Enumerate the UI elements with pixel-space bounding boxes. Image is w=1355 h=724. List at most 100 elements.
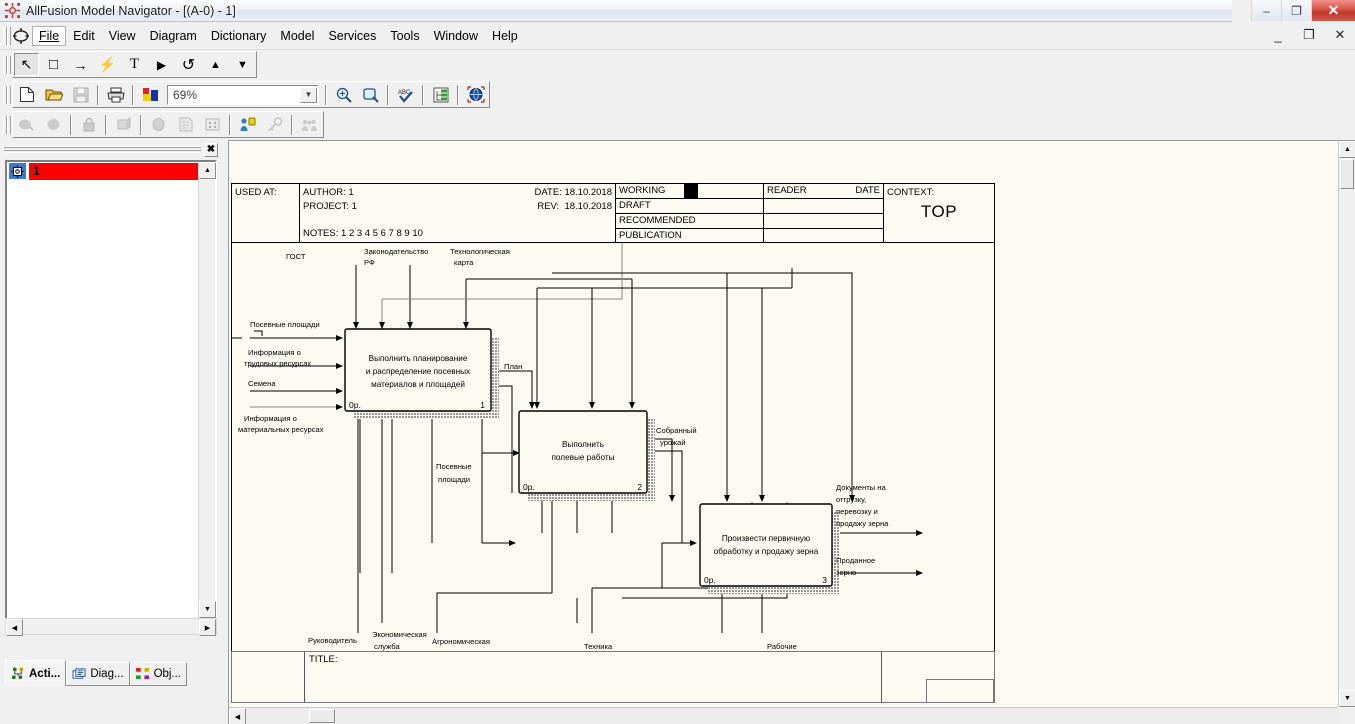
tab-objects[interactable]: Obj... [129, 662, 188, 686]
status-row-publication[interactable]: PUBLICATION [616, 229, 883, 244]
context-cell: CONTEXT: TOP [884, 184, 994, 242]
shape-button[interactable] [146, 113, 171, 136]
mdi-child-buttons: _ ❐ ✕ [1267, 25, 1351, 45]
toolbar-drag-grip[interactable] [3, 55, 11, 75]
application-window: Document Search 1 × Internal Resource Do… [0, 0, 1355, 724]
cube-button[interactable] [111, 113, 136, 136]
open-file-button[interactable] [41, 83, 66, 106]
toolbar-drag-grip[interactable] [3, 85, 11, 105]
scroll-left-button[interactable]: ◀ [6, 619, 23, 636]
toolbar-drag-grip[interactable] [3, 115, 11, 135]
tab-diagrams[interactable]: Diag... [66, 662, 130, 686]
zoom-level-select[interactable]: 69% ▼ [167, 84, 319, 105]
rotate-tool[interactable]: ↺ [176, 53, 201, 76]
publish-button[interactable] [463, 83, 488, 106]
up-tool[interactable]: ▲ [203, 53, 228, 76]
close-button[interactable]: ✕ [1311, 0, 1355, 21]
report-button[interactable] [173, 113, 198, 136]
project-label: PROJECT: [303, 201, 349, 212]
fit-page-button[interactable] [358, 83, 383, 106]
key-button[interactable] [262, 113, 287, 136]
model-tree[interactable]: 1 ▲ ▼ [5, 160, 217, 620]
user-properties-button[interactable] [235, 113, 260, 136]
menu-bar: File Edit View Diagram Dictionary Model … [0, 23, 1355, 50]
play-tool[interactable]: ▶ [149, 53, 174, 76]
vertical-scroll-thumb[interactable] [1340, 159, 1354, 189]
zoom-in-button[interactable] [331, 83, 356, 106]
svg-text:полевые работы: полевые работы [551, 453, 614, 462]
lightning-icon: ⚡ [98, 56, 117, 72]
menu-label: Diagram [149, 29, 197, 43]
menu-item-model[interactable]: Model [273, 26, 321, 46]
main-window: AllFusion Model Navigator - [(A-0) - 1] … [0, 0, 1355, 724]
minimize-button[interactable]: – [1251, 0, 1281, 21]
text-tool[interactable]: T [122, 53, 147, 76]
svg-text:1: 1 [480, 400, 485, 410]
people-button[interactable] [297, 113, 322, 136]
model-explorer-button[interactable] [428, 83, 453, 106]
mdi-restore-button[interactable]: ❐ [1298, 25, 1320, 45]
menu-item-window[interactable]: Window [427, 26, 485, 46]
status-row-recommended[interactable]: RECOMMENDED [616, 214, 883, 229]
spellcheck-icon: ABC [398, 90, 413, 103]
pointer-tool[interactable]: ↖ [14, 53, 39, 76]
svg-text:0р.: 0р. [523, 482, 535, 492]
label-dokumenty-3: перевозку и [836, 507, 878, 516]
menu-item-dictionary[interactable]: Dictionary [204, 26, 274, 46]
panel-grip[interactable] [4, 146, 201, 153]
tree-vertical-scrollbar[interactable]: ▲ ▼ [198, 162, 216, 618]
lock-button[interactable] [76, 113, 101, 136]
panel-close-button[interactable]: ✖ [204, 142, 218, 157]
date-col-label: DATE [855, 185, 880, 196]
menu-item-diagram[interactable]: Diagram [143, 26, 204, 46]
down-tool[interactable]: ▼ [230, 53, 255, 76]
tab-activities[interactable]: Acti... [5, 660, 67, 686]
chevron-down-icon[interactable]: ▼ [300, 86, 317, 103]
horizontal-scroll-thumb[interactable] [309, 709, 335, 723]
colors-button[interactable] [138, 83, 163, 106]
toolbar-separator [140, 114, 142, 135]
diagram-document-area[interactable]: USED AT: AUTHOR: 1 DATE: 18.10.2018 PROJ… [228, 140, 1355, 724]
print-button[interactable] [103, 83, 128, 106]
tree-item-1[interactable]: 1 [7, 162, 198, 180]
document-horizontal-scrollbar[interactable]: ◀ [229, 707, 1338, 724]
maximize-button[interactable]: ❐ [1281, 0, 1311, 21]
menu-item-help[interactable]: Help [485, 26, 525, 46]
menu-item-edit[interactable]: Edit [66, 26, 102, 46]
save-button[interactable] [68, 83, 93, 106]
publish-globe-icon [466, 86, 485, 103]
idef0-canvas[interactable]: Выполнить планирование и распределение п… [231, 242, 995, 659]
scroll-left-button[interactable]: ◀ [229, 708, 246, 724]
menu-drag-grip[interactable] [3, 26, 11, 46]
scroll-up-button[interactable]: ▲ [199, 162, 216, 179]
grid-button[interactable] [200, 113, 225, 136]
mdi-minimize-button[interactable]: _ [1267, 25, 1289, 45]
lightning-tool[interactable]: ⚡ [95, 53, 120, 76]
objects-tab-icon [135, 667, 149, 679]
document-vertical-scrollbar[interactable]: ▲ ▼ [1338, 141, 1355, 707]
svg-text:Выполнить: Выполнить [562, 440, 604, 449]
mdi-close-button[interactable]: ✕ [1329, 25, 1351, 45]
menu-item-services[interactable]: Services [321, 26, 383, 46]
label-gost: ГОСТ [286, 252, 306, 261]
status-label: PUBLICATION [616, 229, 764, 244]
new-file-button[interactable] [14, 83, 39, 106]
chevron-glyph: ▼ [304, 90, 313, 99]
object-button[interactable] [41, 113, 66, 136]
move-handle-icon[interactable] [12, 27, 30, 45]
scroll-down-button[interactable]: ▼ [1339, 690, 1355, 707]
scroll-up-button[interactable]: ▲ [1339, 141, 1355, 158]
spellcheck-button[interactable]: ABC [393, 83, 418, 106]
context-value: TOP [920, 202, 958, 221]
scroll-down-button[interactable]: ▼ [199, 601, 216, 618]
status-row-working[interactable]: WORKING READER DATE [616, 184, 883, 199]
scroll-right-button[interactable]: ▶ [199, 619, 216, 636]
status-row-draft[interactable]: DRAFT [616, 199, 883, 214]
tree-horizontal-scrollbar[interactable]: ◀ ▶ [5, 618, 217, 636]
activity-box-tool[interactable]: □ [41, 53, 66, 76]
menu-item-file[interactable]: File [32, 26, 67, 46]
add-object-button[interactable] [14, 113, 39, 136]
menu-item-tools[interactable]: Tools [383, 26, 426, 46]
arrow-tool[interactable]: → [68, 53, 93, 76]
menu-item-view[interactable]: View [102, 26, 143, 46]
